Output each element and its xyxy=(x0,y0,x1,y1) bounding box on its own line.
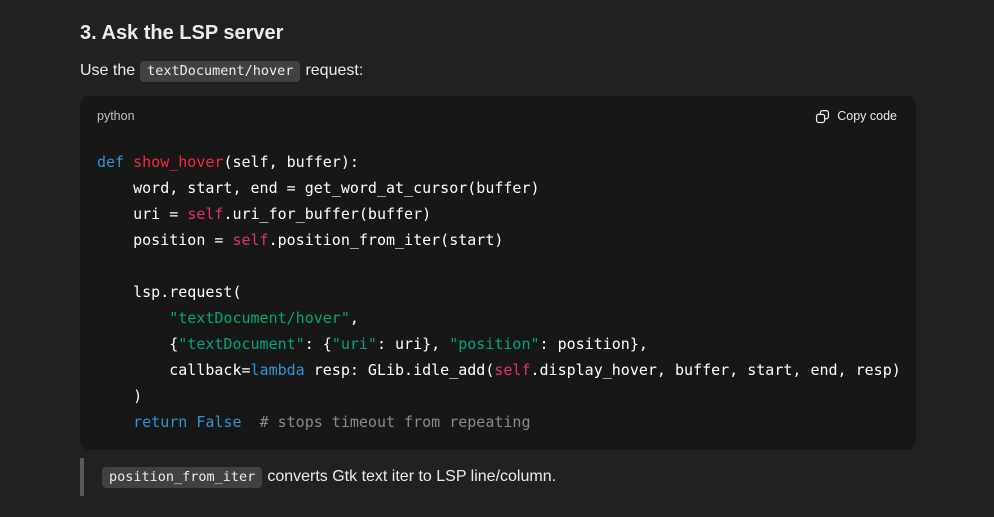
inline-code-position-from-iter: position_from_iter xyxy=(102,467,262,488)
section-heading: 3. Ask the LSP server xyxy=(80,21,916,45)
code-content: def show_hover(self, buffer): word, star… xyxy=(80,136,916,450)
copy-code-label: Copy code xyxy=(837,109,897,123)
note-text: converts Gtk text iter to LSP line/colum… xyxy=(267,468,556,485)
intro-paragraph: Use the textDocument/hover request: xyxy=(80,59,916,83)
copy-icon xyxy=(815,109,830,124)
intro-text-before: Use the xyxy=(80,62,135,79)
code-line: word, start, end = get_word_at_cursor(bu… xyxy=(97,175,899,201)
code-line: callback=lambda resp: GLib.idle_add(self… xyxy=(97,357,899,383)
code-line: ) xyxy=(97,383,899,409)
code-line: return False # stops timeout from repeat… xyxy=(97,409,899,435)
code-line: "textDocument/hover", xyxy=(97,305,899,331)
code-line: {"textDocument": {"uri": uri}, "position… xyxy=(97,331,899,357)
code-line: lsp.request( xyxy=(97,279,899,305)
code-block: python Copy code def show_hover(self, bu… xyxy=(80,96,916,450)
code-line: def show_hover(self, buffer): xyxy=(97,149,899,175)
inline-code-request-method: textDocument/hover xyxy=(140,61,300,82)
code-line: uri = self.uri_for_buffer(buffer) xyxy=(97,201,899,227)
chat-message: 3. Ask the LSP server Use the textDocumen… xyxy=(80,21,916,496)
code-block-header: python Copy code xyxy=(80,96,916,136)
code-line xyxy=(97,253,899,279)
intro-text-after: request: xyxy=(305,62,363,79)
copy-code-button[interactable]: Copy code xyxy=(813,105,899,128)
code-line: position = self.position_from_iter(start… xyxy=(97,227,899,253)
code-language-label: python xyxy=(97,109,135,123)
note-blockquote: position_from_iter converts Gtk text iter… xyxy=(80,458,916,496)
